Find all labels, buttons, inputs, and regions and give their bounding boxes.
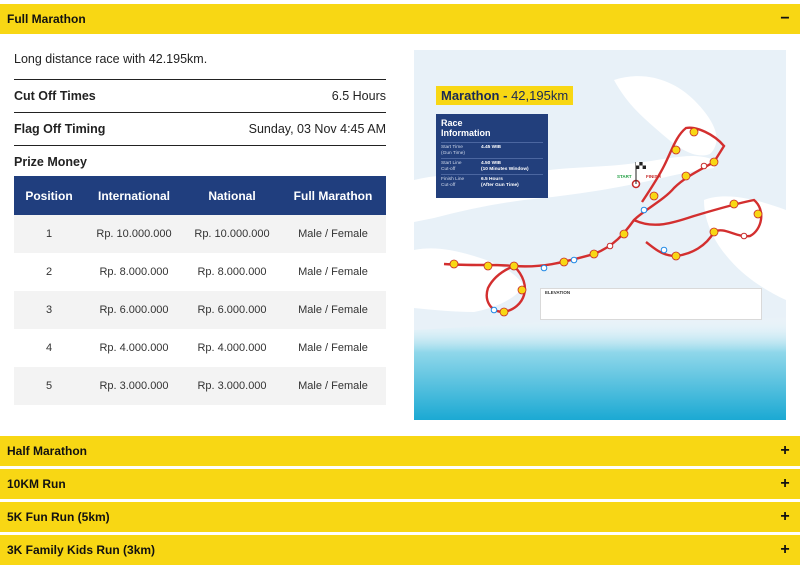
flag-off-row: Flag Off Timing Sunday, 03 Nov 4:45 AM <box>14 112 386 145</box>
expand-icon[interactable]: + <box>778 443 792 459</box>
race-info-value: (After Gun Time) <box>481 182 519 188</box>
race-info-row: Start Line Cut-off 4.50 WIB (10 Minutes Wi… <box>441 158 543 174</box>
collapse-icon[interactable]: − <box>778 11 792 27</box>
map-title-distance: 42,195km <box>511 88 569 103</box>
cell-international: Rp. 4.000.000 <box>84 329 184 367</box>
cell-international: Rp. 3.000.000 <box>84 367 184 405</box>
prize-money-label: Prize Money <box>14 155 87 169</box>
cell-position: 4 <box>14 329 84 367</box>
cell-international: Rp. 10.000.000 <box>84 215 184 253</box>
accordion-header-3k-family-kids-run[interactable]: 3K Family Kids Run (3km) + <box>0 535 800 565</box>
cell-category: Male / Female <box>280 291 386 329</box>
map-title-word: Marathon - <box>441 88 512 103</box>
table-row: 5 Rp. 3.000.000 Rp. 3.000.000 Male / Fem… <box>14 367 386 405</box>
accordion-title: 5K Fun Run (5km) <box>7 510 110 524</box>
start-label: START <box>617 174 632 179</box>
table-row: 3 Rp. 6.000.000 Rp. 6.000.000 Male / Fem… <box>14 291 386 329</box>
cell-national: Rp. 10.000.000 <box>184 215 280 253</box>
cell-national: Rp. 8.000.000 <box>184 253 280 291</box>
prize-table: Position International National Full Mar… <box>14 176 386 405</box>
cell-international: Rp. 6.000.000 <box>84 291 184 329</box>
accordion-header-10km-run[interactable]: 10KM Run + <box>0 469 800 499</box>
cut-off-label: Cut Off Times <box>14 89 96 103</box>
cell-national: Rp. 3.000.000 <box>184 367 280 405</box>
accordion-title: 3K Family Kids Run (3km) <box>7 543 156 557</box>
cell-position: 3 <box>14 291 84 329</box>
table-row: 1 Rp. 10.000.000 Rp. 10.000.000 Male / F… <box>14 215 386 253</box>
elevation-chart: ELEVATION <box>540 288 762 320</box>
elevation-label: ELEVATION <box>545 290 571 295</box>
cell-position: 5 <box>14 367 84 405</box>
race-info-row: Finish Line Cut-off 6.5 Hours (After Gun T… <box>441 174 543 190</box>
race-info-value: (10 Minutes Window) <box>481 166 529 172</box>
race-information-box: Race Information Start Time (Gun Time) 4.… <box>436 114 548 198</box>
cell-international: Rp. 8.000.000 <box>84 253 184 291</box>
accordion-header-5k-fun-run[interactable]: 5K Fun Run (5km) + <box>0 502 800 532</box>
race-info-key: (Gun Time) <box>441 150 465 156</box>
table-row: 2 Rp. 8.000.000 Rp. 8.000.000 Male / Fem… <box>14 253 386 291</box>
table-row: 4 Rp. 4.000.000 Rp. 4.000.000 Male / Fem… <box>14 329 386 367</box>
accordion-title: 10KM Run <box>7 477 66 491</box>
cut-off-row: Cut Off Times 6.5 Hours <box>14 79 386 112</box>
cell-category: Male / Female <box>280 215 386 253</box>
column-header: Full Marathon <box>280 176 386 215</box>
accordion-title: Half Marathon <box>7 444 88 458</box>
race-description: Long distance race with 42.195km. <box>14 52 208 66</box>
cell-national: Rp. 6.000.000 <box>184 291 280 329</box>
cell-national: Rp. 4.000.000 <box>184 329 280 367</box>
cell-category: Male / Female <box>280 253 386 291</box>
table-header-row: Position International National Full Mar… <box>14 176 386 215</box>
expand-icon[interactable]: + <box>778 542 792 558</box>
route-map: Marathon - 42,195km Race Information Sta… <box>414 50 786 420</box>
finish-label: FINISH <box>646 174 661 179</box>
race-info-value: 4.45 WIB <box>481 145 501 150</box>
expand-icon[interactable]: + <box>778 476 792 492</box>
cell-position: 2 <box>14 253 84 291</box>
accordion-title: Full Marathon <box>7 12 86 26</box>
route-map-graphic <box>414 50 786 420</box>
prize-money-row: Prize Money <box>14 145 386 178</box>
column-header: International <box>84 176 184 215</box>
map-title: Marathon - 42,195km <box>436 86 574 105</box>
cell-position: 1 <box>14 215 84 253</box>
column-header: Position <box>14 176 84 215</box>
flag-off-label: Flag Off Timing <box>14 122 106 136</box>
accordion-header-full-marathon[interactable]: Full Marathon − <box>0 4 800 34</box>
race-info-heading-line: Race <box>441 118 463 128</box>
column-header: National <box>184 176 280 215</box>
race-info-row: Start Time (Gun Time) 4.45 WIB <box>441 142 543 158</box>
race-info-heading-line: Information <box>441 128 491 138</box>
cell-category: Male / Female <box>280 367 386 405</box>
race-info-key: Cut-off <box>441 166 456 172</box>
cut-off-value: 6.5 Hours <box>331 89 386 103</box>
cell-category: Male / Female <box>280 329 386 367</box>
race-info-key: Cut-off <box>441 182 456 188</box>
full-marathon-panel: Long distance race with 42.195km. Cut Of… <box>0 36 800 428</box>
expand-icon[interactable]: + <box>778 509 792 525</box>
flag-off-value: Sunday, 03 Nov 4:45 AM <box>248 122 386 136</box>
race-info-heading: Race Information <box>441 118 543 138</box>
accordion-header-half-marathon[interactable]: Half Marathon + <box>0 436 800 466</box>
